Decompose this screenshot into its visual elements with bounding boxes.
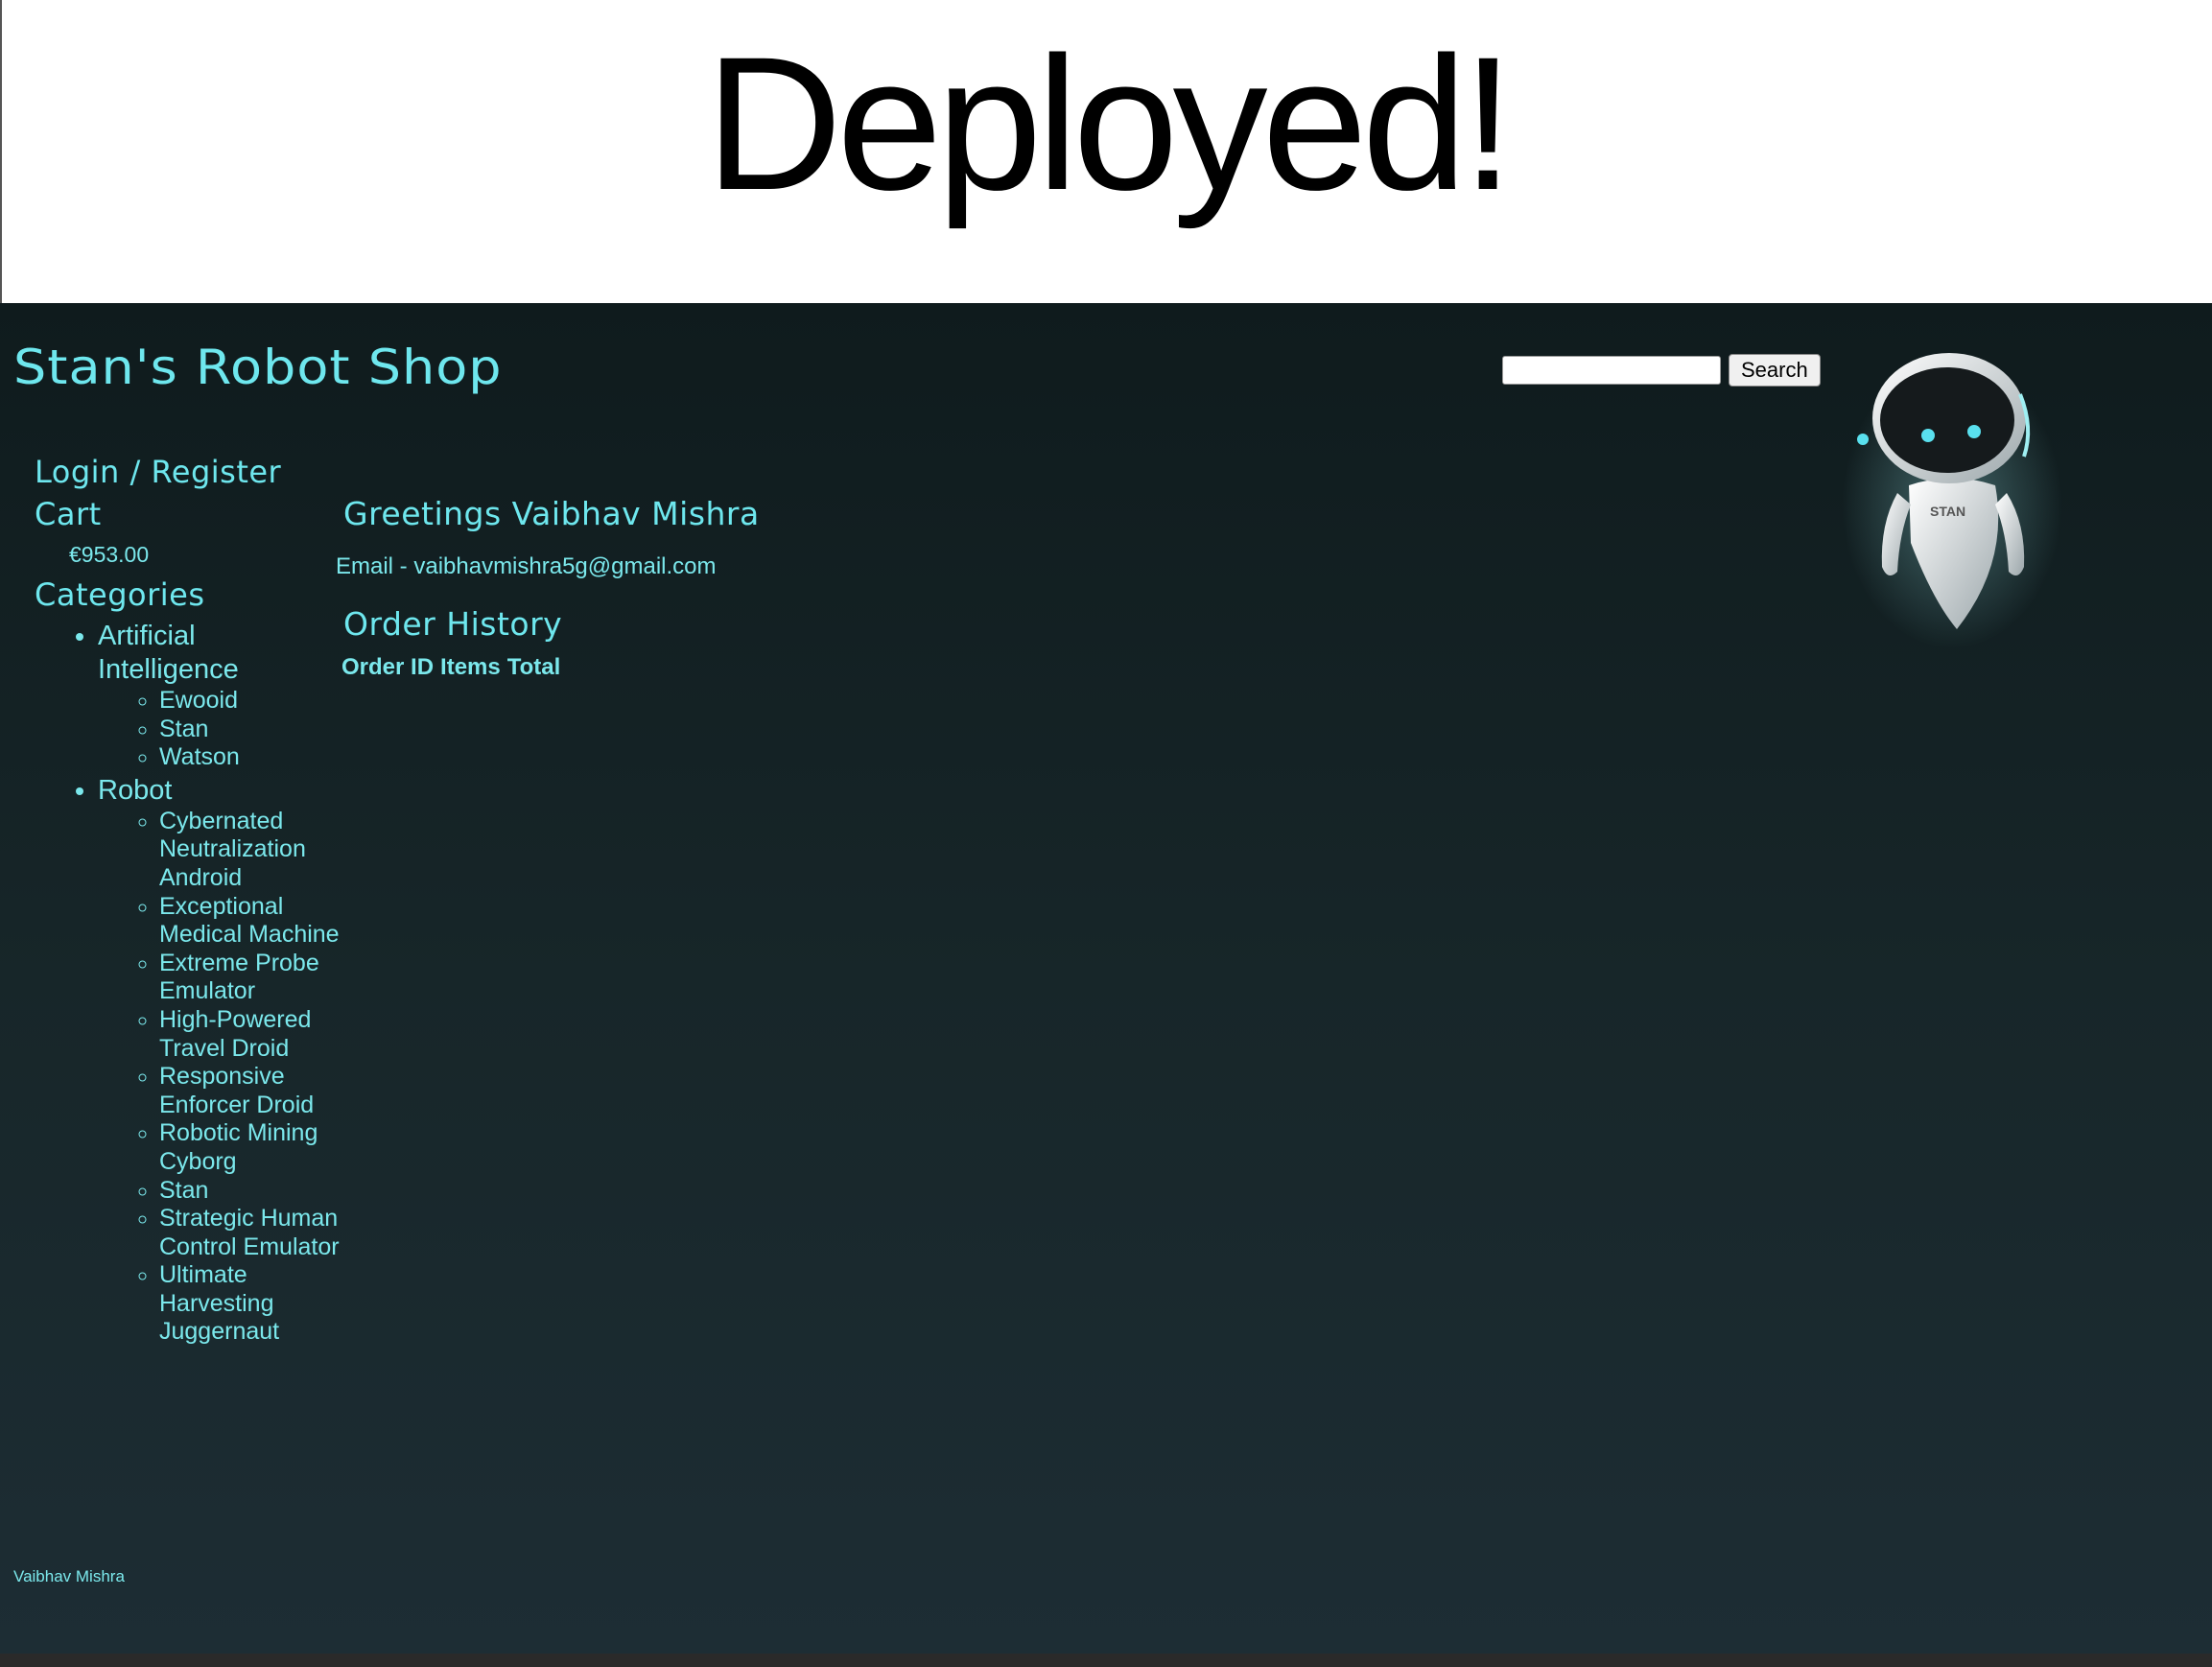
cart-link[interactable]: Cart [35, 493, 322, 535]
search-input[interactable] [1502, 356, 1721, 385]
category-label[interactable]: Robot [98, 775, 172, 806]
category-label[interactable]: Artificial Intelligence [98, 621, 239, 685]
sidebar-nav: Login / Register Cart €953.00 Categories… [35, 451, 340, 1349]
category-robot[interactable]: Robot Cybernated Neutralization Android … [98, 774, 340, 1347]
product-link[interactable]: Strategic Human Control Emulator [159, 1205, 341, 1261]
category-list: Artificial Intelligence Ewooid Stan Wats… [35, 620, 340, 1347]
column-items: Items [440, 654, 501, 680]
footer-text: Vaibhav Mishra [13, 1567, 125, 1585]
search-button[interactable]: Search [1729, 354, 1821, 387]
product-link[interactable]: Ewooid [159, 687, 341, 716]
product-link[interactable]: Cybernated Neutralization Android [159, 808, 341, 893]
cart-total: €953.00 [69, 542, 150, 567]
product-link[interactable]: High-Powered Travel Droid [159, 1006, 341, 1063]
product-link[interactable]: Robotic Mining Cyborg [159, 1119, 341, 1176]
slide-title: Deployed! [705, 17, 1515, 229]
shop-title[interactable]: Stan's Robot Shop [13, 340, 503, 395]
subcategory-list: Cybernated Neutralization Android Except… [98, 808, 341, 1347]
product-link[interactable]: Extreme Probe Emulator [159, 950, 341, 1006]
order-history-heading: Order History [343, 605, 563, 643]
bottom-bar [0, 1654, 2212, 1667]
login-register-link[interactable]: Login / Register [35, 451, 322, 493]
order-history-table-header: Order ID Items Total [341, 654, 1103, 681]
account-main: Greetings Vaibhav Mishra Email - vaibhav… [336, 495, 1103, 681]
categories-heading: Categories [35, 576, 205, 613]
product-link[interactable]: Watson [159, 743, 341, 772]
product-link[interactable]: Responsive Enforcer Droid [159, 1063, 341, 1119]
product-link[interactable]: Ultimate Harvesting Juggernaut [159, 1261, 341, 1347]
product-link[interactable]: Stan [159, 716, 341, 744]
greeting-heading: Greetings Vaibhav Mishra [343, 495, 760, 532]
email-text: Email - vaibhavmishra5g@gmail.com [336, 553, 717, 579]
slide-header: Deployed! [0, 0, 2212, 303]
svg-text:STAN: STAN [1930, 504, 1965, 519]
search-bar: Search [1502, 354, 1821, 387]
robot-shop-app: Stan's Robot Shop Search STAN Login / Re… [0, 303, 2212, 1654]
subcategory-list: Ewooid Stan Watson [98, 687, 341, 772]
robot-mascot-icon: STAN [1842, 353, 2062, 648]
column-order-id: Order ID [341, 654, 435, 680]
product-link[interactable]: Exceptional Medical Machine [159, 893, 341, 950]
column-total: Total [506, 654, 561, 680]
product-link[interactable]: Stan [159, 1177, 341, 1206]
category-artificial-intelligence[interactable]: Artificial Intelligence Ewooid Stan Wats… [98, 620, 322, 772]
